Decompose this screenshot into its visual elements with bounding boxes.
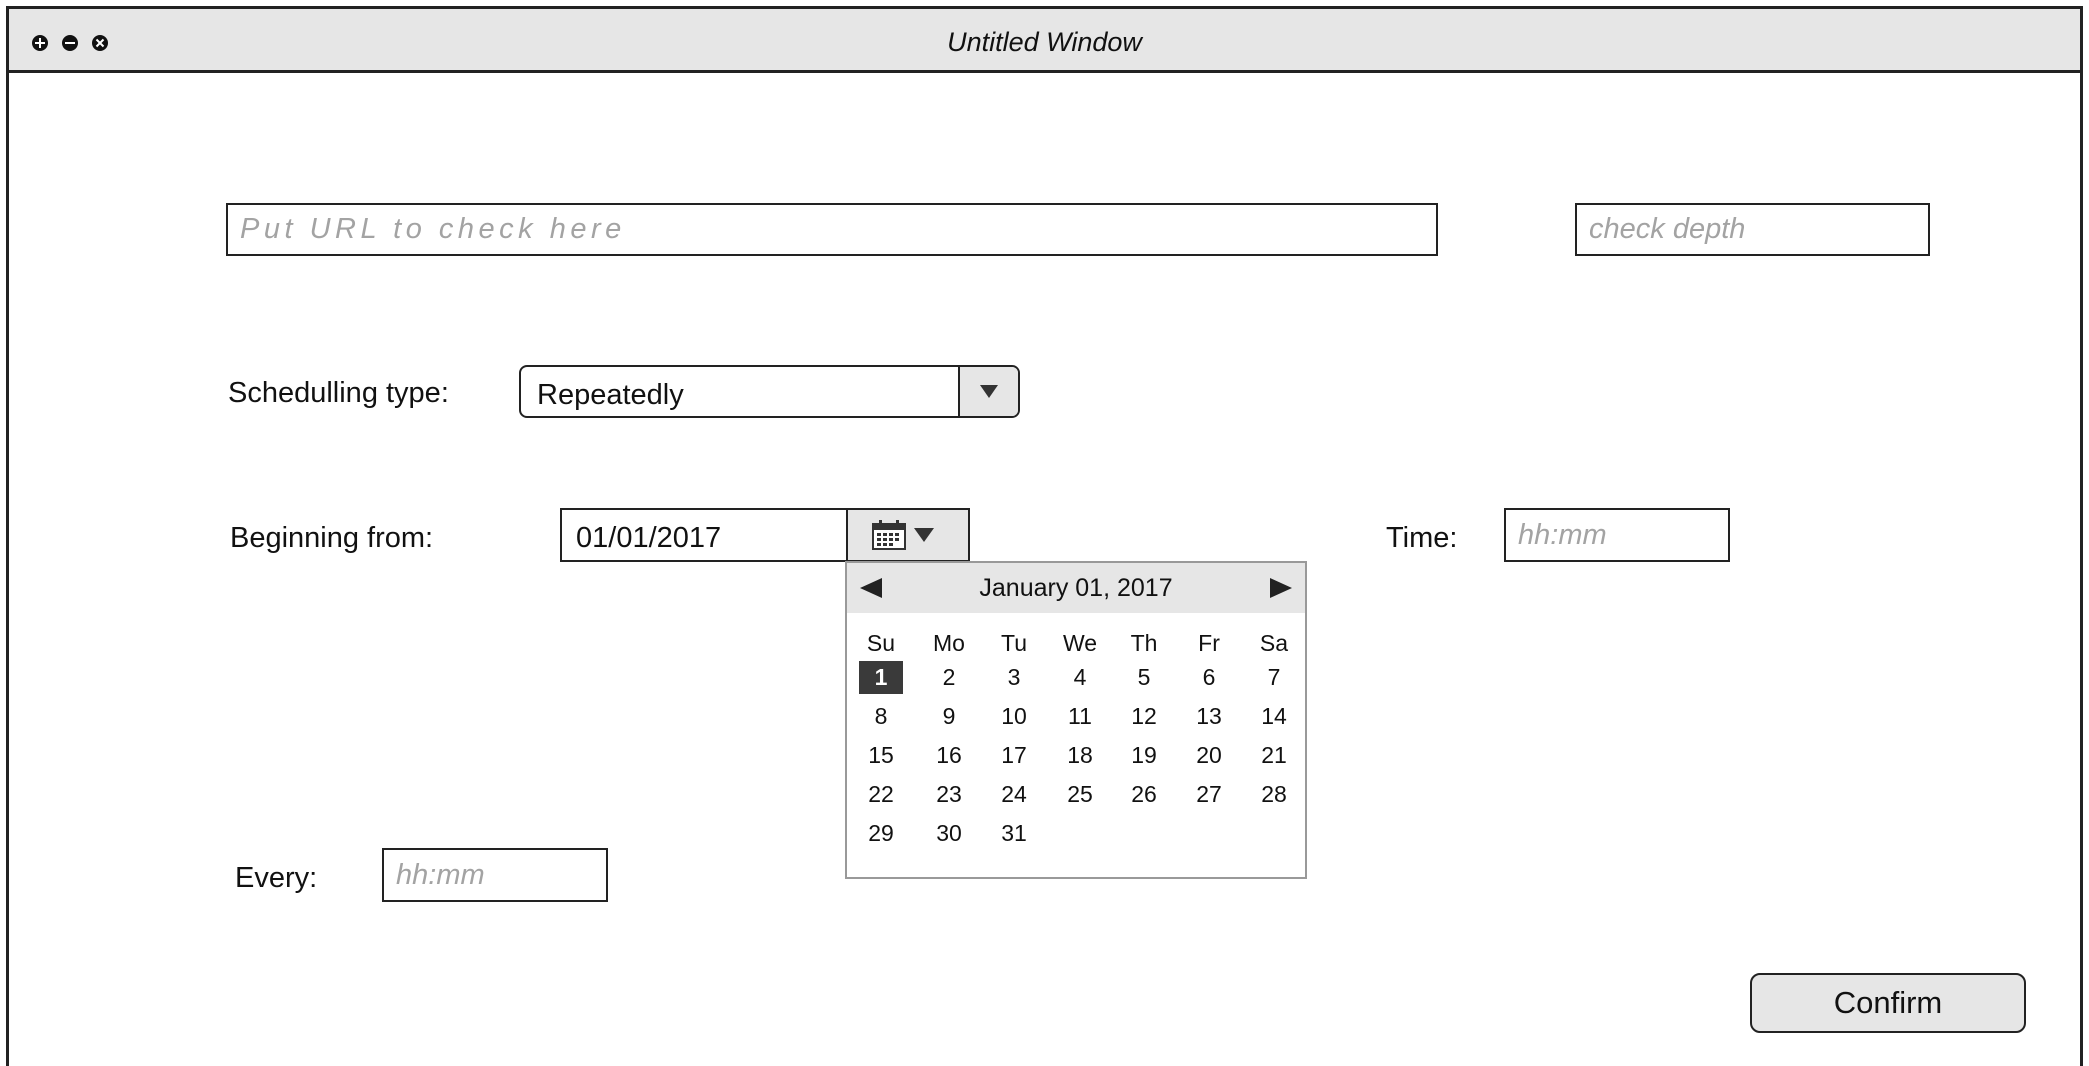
calendar-day[interactable]: 26 xyxy=(1122,778,1166,811)
calendar-day[interactable]: 31 xyxy=(992,817,1036,850)
every-label: Every: xyxy=(235,862,318,894)
calendar-day[interactable]: 23 xyxy=(927,778,971,811)
calendar-day[interactable]: 16 xyxy=(927,739,971,772)
calendar-day[interactable]: 8 xyxy=(859,700,903,733)
calendar-day[interactable]: 5 xyxy=(1122,661,1166,694)
calendar-day[interactable]: 22 xyxy=(859,778,903,811)
date-picker-button[interactable] xyxy=(846,510,968,560)
weekday-header: Fr xyxy=(1198,630,1220,656)
weekday-header: Su xyxy=(866,630,896,656)
calendar-grid: Su Mo Tu We Th Fr Sa 1 2 3 4 5 6 7 8 9 10 11 12 13 14 15 16 17 1… xyxy=(847,563,1305,877)
calendar-day[interactable]: 24 xyxy=(992,778,1036,811)
calendar-day[interactable]: 21 xyxy=(1252,739,1296,772)
calendar-day[interactable]: 17 xyxy=(992,739,1036,772)
weekday-header: Sa xyxy=(1259,630,1289,656)
calendar-day[interactable]: 25 xyxy=(1058,778,1102,811)
scheduling-type-label: Schedulling type: xyxy=(228,377,449,409)
calendar-day[interactable]: 7 xyxy=(1252,661,1296,694)
every-input[interactable] xyxy=(382,848,608,902)
calendar-day[interactable]: 18 xyxy=(1058,739,1102,772)
calendar-day[interactable]: 27 xyxy=(1187,778,1231,811)
confirm-button[interactable]: Confirm xyxy=(1750,973,2026,1033)
calendar-day[interactable]: 20 xyxy=(1187,739,1231,772)
date-picker-field[interactable]: 01/01/2017 xyxy=(560,508,970,562)
calendar-day[interactable]: 2 xyxy=(927,661,971,694)
calendar-day[interactable]: 29 xyxy=(859,817,903,850)
date-value: 01/01/2017 xyxy=(576,522,722,554)
calendar-day[interactable]: 6 xyxy=(1187,661,1231,694)
calendar-day[interactable]: 13 xyxy=(1187,700,1231,733)
check-depth-input[interactable] xyxy=(1575,203,1930,256)
scheduling-type-select[interactable]: Repeatedly xyxy=(519,365,1020,418)
calendar-day[interactable]: 3 xyxy=(992,661,1036,694)
weekday-header: Th xyxy=(1130,630,1158,656)
calendar-day-selected[interactable]: 1 xyxy=(859,661,903,694)
weekday-header: Mo xyxy=(933,630,965,656)
beginning-from-label: Beginning from: xyxy=(230,522,434,554)
chevron-down-icon[interactable] xyxy=(958,367,1018,416)
calendar-day[interactable]: 10 xyxy=(992,700,1036,733)
calendar-day[interactable]: 14 xyxy=(1252,700,1296,733)
scheduling-type-value: Repeatedly xyxy=(537,379,684,411)
calendar-day[interactable]: 30 xyxy=(927,817,971,850)
calendar-day[interactable]: 15 xyxy=(859,739,903,772)
calendar-day[interactable]: 19 xyxy=(1122,739,1166,772)
time-input[interactable] xyxy=(1504,508,1730,562)
calendar-day[interactable]: 12 xyxy=(1122,700,1166,733)
title-bar: Untitled Window xyxy=(9,9,2080,73)
calendar-icon xyxy=(872,520,906,550)
calendar-day[interactable]: 28 xyxy=(1252,778,1296,811)
calendar-day[interactable]: 4 xyxy=(1058,661,1102,694)
weekday-header: Tu xyxy=(1001,630,1027,656)
calendar-popup: January 01, 2017 Su Mo Tu We Th Fr Sa 1 2 3 4 5 6 7 8 9… xyxy=(845,561,1307,879)
url-input[interactable] xyxy=(226,203,1438,256)
window-title: Untitled Window xyxy=(947,27,1142,57)
calendar-day[interactable]: 9 xyxy=(927,700,971,733)
time-label: Time: xyxy=(1386,522,1458,554)
calendar-day[interactable]: 11 xyxy=(1058,700,1102,733)
weekday-header: We xyxy=(1062,630,1098,656)
